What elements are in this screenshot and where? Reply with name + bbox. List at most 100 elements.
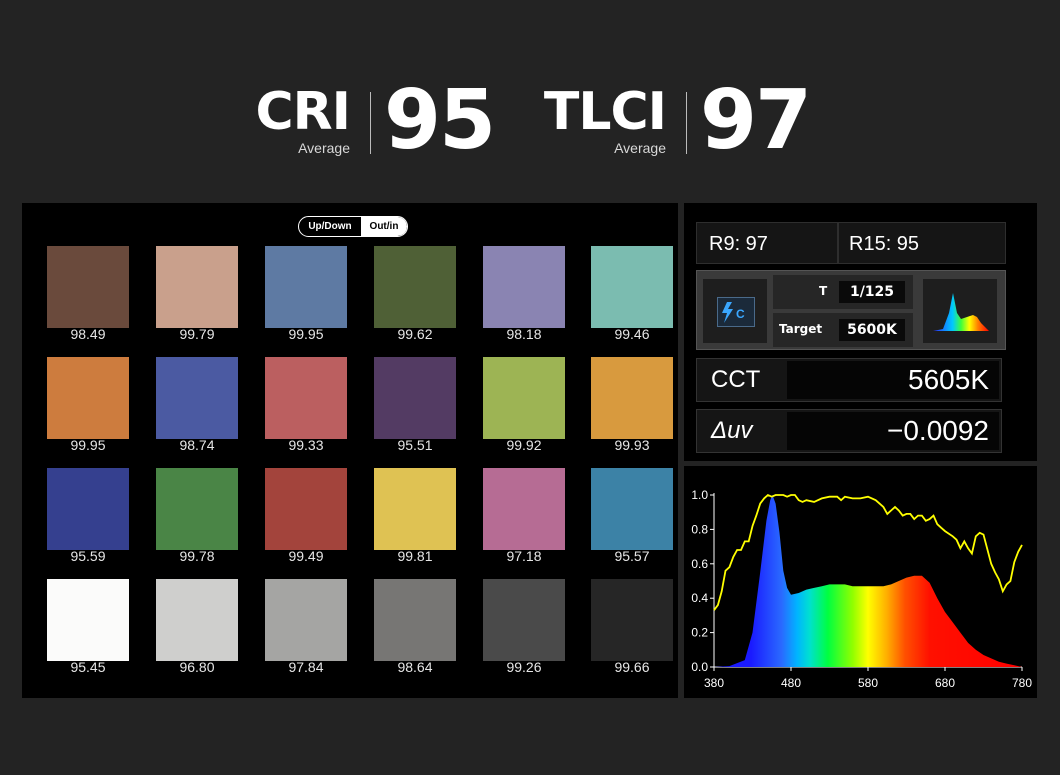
cri-average-label: Average: [298, 140, 350, 156]
swatch-value: 99.66: [614, 659, 650, 675]
flash-button[interactable]: C: [703, 279, 767, 343]
tlci-divider: [686, 92, 687, 154]
color-swatch: [47, 357, 129, 439]
color-swatch: [591, 357, 673, 439]
shutter-value[interactable]: 1/125: [839, 281, 905, 303]
orientation-toggle[interactable]: Up/Down Out/in: [298, 216, 408, 237]
chart-marks: [713, 493, 1023, 667]
r9-value: R9: 97: [709, 233, 768, 255]
cri-label: CRI: [255, 82, 351, 142]
y-tick-label: 0.0: [691, 660, 708, 674]
tlci-label-group: TLCI Average: [500, 80, 667, 160]
color-swatch: [47, 468, 129, 550]
color-swatch: [265, 246, 347, 328]
camera-settings-box: C T 1/125 Target 5600K: [696, 270, 1006, 350]
color-swatch: [374, 468, 456, 550]
light-meter-panel: R9: 97 R15: 95 C T 1/125 Target 5600K CC…: [684, 203, 1037, 461]
x-tick-label: 580: [858, 676, 878, 690]
swatch-value: 97.18: [506, 548, 542, 564]
flash-c-icon: C: [717, 297, 755, 327]
swatch-value: 99.33: [288, 437, 324, 453]
color-swatch: [265, 357, 347, 439]
target-value[interactable]: 5600K: [839, 319, 905, 341]
swatch-value: 99.46: [614, 326, 650, 342]
color-swatch: [47, 579, 129, 661]
swatch-value: 95.57: [614, 548, 650, 564]
svg-text:C: C: [736, 307, 745, 321]
color-swatch: [374, 579, 456, 661]
spectrum-area: [714, 495, 1022, 667]
spectrum-thumbnail-icon: [933, 293, 989, 331]
tlci-label: TLCI: [543, 82, 667, 142]
swatch-value: 99.49: [288, 548, 324, 564]
r15-value: R15: 95: [849, 233, 920, 255]
swatch-value: 97.84: [288, 659, 324, 675]
duv-value: −0.0092: [787, 412, 999, 450]
r-values-divider: [837, 223, 839, 263]
color-swatch: [156, 468, 238, 550]
color-swatch: [47, 246, 129, 328]
swatch-value: 98.49: [70, 326, 106, 342]
target-label: Target: [779, 322, 823, 336]
swatch-value: 98.74: [179, 437, 215, 453]
r-values-box: R9: 97 R15: 95: [696, 222, 1006, 264]
spectrum-button[interactable]: [923, 279, 997, 343]
color-swatch: [374, 246, 456, 328]
swatch-value: 96.80: [179, 659, 215, 675]
color-swatch: [156, 246, 238, 328]
tlci-average-label: Average: [614, 140, 666, 156]
swatch-value: 95.45: [70, 659, 106, 675]
target-row: Target 5600K: [773, 313, 913, 347]
swatch-value: 98.18: [506, 326, 542, 342]
cri-label-group: CRI Average: [200, 80, 351, 160]
color-swatch: [591, 246, 673, 328]
swatch-value: 95.59: [70, 548, 106, 564]
toggle-up-down[interactable]: Up/Down: [299, 217, 361, 236]
color-swatch: [265, 579, 347, 661]
x-tick-label: 480: [781, 676, 801, 690]
color-checker-panel: Up/Down Out/in 98.49 99.79 99.95 99.62 98.18…: [22, 203, 678, 698]
color-swatch: [483, 246, 565, 328]
swatch-value: 99.62: [397, 326, 433, 342]
swatch-value: 95.51: [397, 437, 433, 453]
color-swatch: [374, 357, 456, 439]
color-swatch: [591, 468, 673, 550]
swatch-value: 99.95: [70, 437, 106, 453]
swatch-value: 99.81: [397, 548, 433, 564]
y-tick-label: 0.8: [691, 522, 708, 536]
swatch-value: 98.64: [397, 659, 433, 675]
shutter-row: T 1/125: [773, 275, 913, 309]
duv-box: Δuv −0.0092: [696, 409, 1002, 453]
x-tick-label: 680: [935, 676, 955, 690]
cct-value: 5605K: [787, 361, 999, 399]
color-swatch: [483, 468, 565, 550]
x-tick-label: 780: [1012, 676, 1032, 690]
swatch-value: 99.92: [506, 437, 542, 453]
color-swatch: [156, 579, 238, 661]
toggle-out-in[interactable]: Out/in: [361, 217, 407, 236]
y-tick-label: 0.4: [691, 591, 708, 605]
x-tick-label: 380: [704, 676, 724, 690]
swatch-value: 99.79: [179, 326, 215, 342]
spectrum-chart-panel: 0.0 0.2 0.4 0.6 0.8 1.0 380 480 580 680 780: [684, 466, 1037, 698]
color-swatch: [265, 468, 347, 550]
y-tick-label: 0.2: [691, 626, 708, 640]
spectrum-chart: 0.0 0.2 0.4 0.6 0.8 1.0 380 480 580 680 780: [691, 488, 1032, 690]
swatch-value: 99.26: [506, 659, 542, 675]
duv-label: Δuv: [711, 417, 753, 444]
y-tick-label: 0.6: [691, 557, 708, 571]
swatch-value: 99.93: [614, 437, 650, 453]
cri-divider: [370, 92, 371, 154]
cri-value-group: 95: [384, 80, 496, 162]
color-swatch: [483, 357, 565, 439]
y-tick-label: 1.0: [691, 488, 708, 502]
color-swatch: [483, 579, 565, 661]
cct-label: CCT: [711, 366, 761, 393]
color-swatch: [156, 357, 238, 439]
swatch-value: 99.78: [179, 548, 215, 564]
color-swatch: [591, 579, 673, 661]
tlci-value: 97: [700, 73, 812, 168]
swatch-value: 99.95: [288, 326, 324, 342]
tlci-value-group: 97: [700, 73, 812, 168]
shutter-label: T: [819, 284, 828, 298]
